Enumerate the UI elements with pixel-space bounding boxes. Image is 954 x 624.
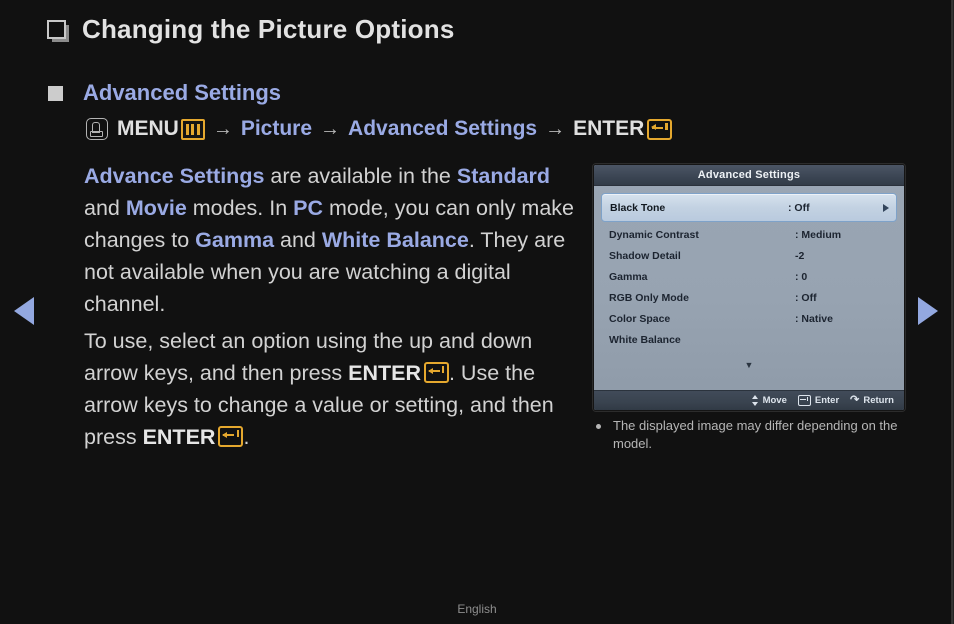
osd-row[interactable]: Gamma : 0 <box>594 266 904 287</box>
osd-scroll-down-icon[interactable]: ▼ <box>594 361 904 370</box>
osd-hint-enter: Enter <box>797 395 840 406</box>
para1-text-3: modes. In <box>186 196 294 220</box>
outline-square-bullet-icon <box>47 20 66 39</box>
menu-path-breadcrumb: MENU → Picture → Advanced Settings → ENT… <box>86 117 673 141</box>
next-page-arrow-icon[interactable] <box>918 297 938 325</box>
term-advance-settings: Advance Settings <box>84 164 265 188</box>
menu-path-picture-label: Picture <box>240 117 313 140</box>
enter-key-icon <box>423 362 449 383</box>
osd-row-label: Shadow Detail <box>609 249 681 262</box>
para2-text-3: . <box>243 425 250 449</box>
osd-settings-list: Black Tone : Off Dynamic Contrast : Medium S… <box>594 186 904 350</box>
section-heading-row: Advanced Settings <box>48 80 281 106</box>
term-pc: PC <box>293 196 324 220</box>
osd-row[interactable]: White Balance <box>594 329 904 350</box>
osd-row-expand-arrow-icon[interactable] <box>883 203 889 212</box>
osd-row-label: Dynamic Contrast <box>609 228 699 241</box>
page-title: Changing the Picture Options <box>82 14 455 44</box>
osd-row[interactable]: Black Tone : Off <box>601 193 897 222</box>
osd-title: Advanced Settings <box>697 169 801 181</box>
osd-row-value: : Off <box>795 291 817 304</box>
osd-row-value: : 0 <box>795 270 808 283</box>
osd-hint-move: Move <box>751 395 787 406</box>
osd-row-label: Black Tone <box>610 201 666 214</box>
para2-enter-label-1: ENTER <box>348 361 421 385</box>
enter-key-icon <box>797 395 811 406</box>
path-arrow-3: → <box>545 117 566 140</box>
previous-page-arrow-icon[interactable] <box>14 297 34 325</box>
osd-row-label: Gamma <box>609 270 648 283</box>
menu-path-menu-label: MENU <box>117 117 179 140</box>
osd-row-label: Color Space <box>609 312 671 325</box>
menu-path-advanced-settings-label: Advanced Settings <box>348 117 538 140</box>
footer-language-label: English <box>457 602 497 616</box>
osd-titlebar: Advanced Settings <box>594 165 904 186</box>
up-down-arrows-icon <box>751 395 759 406</box>
osd-hint-return: ↶ Return <box>850 394 894 406</box>
para1-text-1: are available in the <box>264 164 457 188</box>
description-paragraph-2: To use, select an option using the up an… <box>84 325 584 453</box>
enter-key-icon <box>218 426 244 447</box>
osd-advanced-settings-panel: Advanced Settings Black Tone : Off Dynamic… <box>593 164 905 411</box>
osd-note-text: The displayed image may differ depending… <box>613 418 898 451</box>
osd-hint-enter-label: Enter <box>814 395 840 406</box>
osd-row-value: : Native <box>795 312 833 325</box>
osd-row-label: RGB Only Mode <box>609 291 689 304</box>
path-arrow-2: → <box>320 117 341 140</box>
menu-path-enter-label: ENTER <box>573 117 645 140</box>
page-title-row: Changing the Picture Options <box>47 14 455 45</box>
enter-key-icon <box>647 118 673 140</box>
osd-hint-return-label: Return <box>863 395 894 406</box>
osd-row-value: -2 <box>795 249 805 262</box>
path-arrow-1: → <box>212 117 233 140</box>
menu-bars-icon <box>180 118 205 140</box>
osd-row[interactable]: RGB Only Mode : Off <box>594 287 904 308</box>
osd-row[interactable]: Color Space : Native <box>594 308 904 329</box>
term-gamma: Gamma <box>195 228 275 252</box>
para1-text-5: and <box>274 228 322 252</box>
term-white-balance: White Balance <box>321 228 469 252</box>
osd-row-value: : Medium <box>795 228 842 241</box>
osd-row-value: : Off <box>788 201 810 214</box>
para1-text-2: and <box>84 196 126 220</box>
osd-row[interactable]: Dynamic Contrast : Medium <box>594 224 904 245</box>
osd-row[interactable]: Shadow Detail -2 <box>594 245 904 266</box>
osd-note: The displayed image may differ depending… <box>592 417 912 453</box>
page-root: Changing the Picture Options Advanced Se… <box>0 0 954 624</box>
section-title: Advanced Settings <box>83 80 282 105</box>
osd-row-label: White Balance <box>609 333 681 346</box>
osd-hint-move-label: Move <box>762 395 787 406</box>
term-movie: Movie <box>125 196 187 220</box>
description-paragraph-1: Advance Settings are available in the St… <box>84 160 584 320</box>
filled-square-bullet-icon <box>48 85 63 101</box>
return-arrow-icon: ↶ <box>850 394 860 406</box>
term-standard: Standard <box>456 164 551 188</box>
remote-hand-icon <box>86 118 108 140</box>
para2-enter-label-2: ENTER <box>142 425 216 449</box>
bullet-dot-icon <box>596 424 601 429</box>
osd-footer-hints: Move Enter ↶ Return <box>594 390 904 410</box>
